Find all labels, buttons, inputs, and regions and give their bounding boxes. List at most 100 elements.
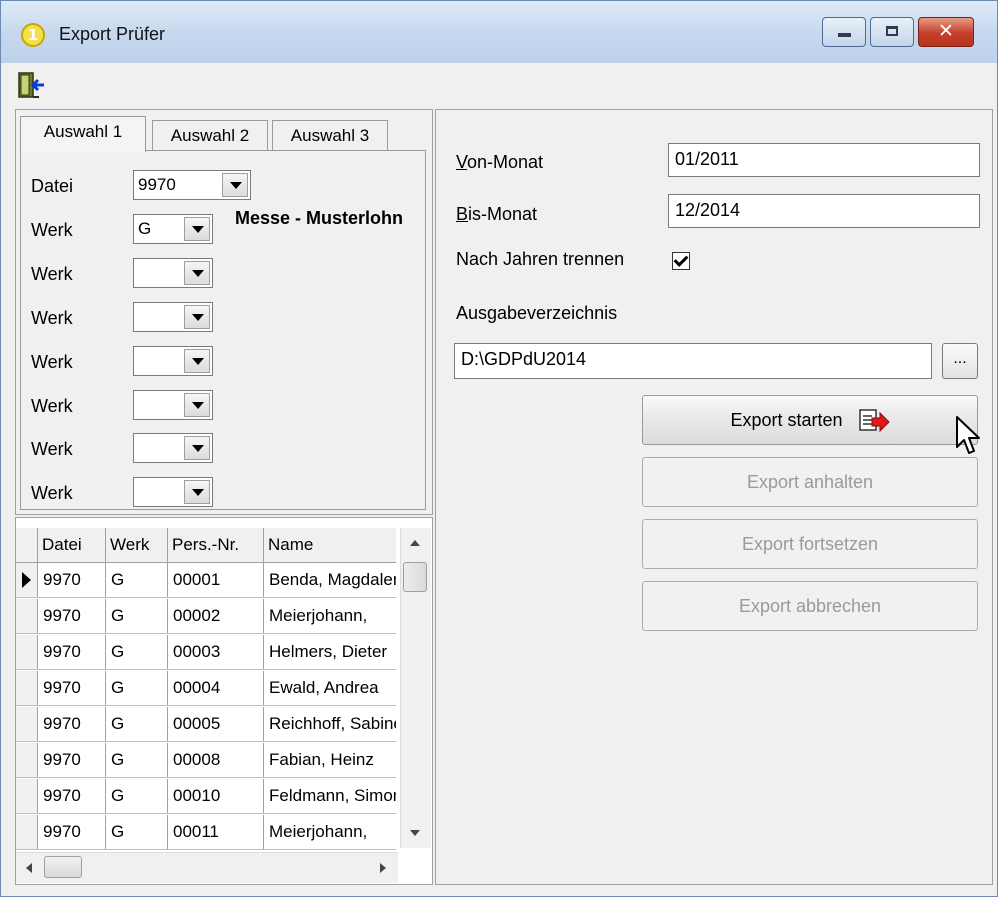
cell-datei[interactable]: 9970 — [38, 599, 106, 633]
cell-persnr[interactable]: 00001 — [168, 563, 264, 597]
row-indicator[interactable] — [16, 599, 38, 633]
cell-werk[interactable]: G — [106, 779, 168, 813]
werk-combo-2[interactable] — [133, 258, 213, 288]
werk-combo-7[interactable] — [133, 477, 213, 507]
table-row[interactable]: 9970G00010Feldmann, Simone — [16, 779, 396, 814]
resume-export-button[interactable]: Export fortsetzen — [642, 519, 978, 569]
cell-datei[interactable]: 9970 — [38, 815, 106, 849]
bis-monat-input[interactable]: 12/2014 — [668, 194, 980, 228]
cell-persnr[interactable]: 00005 — [168, 707, 264, 741]
row-indicator[interactable] — [16, 635, 38, 669]
column-header-werk[interactable]: Werk — [106, 528, 168, 562]
cell-datei[interactable]: 9970 — [38, 671, 106, 705]
table-row[interactable]: 9970 G 00011 Meierjohann, — [16, 815, 396, 850]
tab-auswahl-1[interactable]: Auswahl 1 — [20, 116, 146, 152]
chevron-down-icon[interactable] — [184, 480, 210, 504]
row-indicator[interactable] — [16, 671, 38, 705]
werk-combo-5[interactable] — [133, 390, 213, 420]
table-row[interactable]: 9970 G 00002 Meierjohann, — [16, 599, 396, 634]
cell-werk[interactable]: G — [106, 635, 168, 669]
cell-name[interactable]: Fabian, Heinz — [264, 743, 396, 777]
split-years-checkbox[interactable] — [672, 252, 690, 270]
cell-datei[interactable]: 9970 — [38, 743, 106, 777]
scroll-down-icon[interactable] — [410, 830, 420, 836]
chevron-down-icon[interactable] — [222, 173, 248, 197]
table-row[interactable]: 9970 G 00003 Helmers, Dieter — [16, 635, 396, 670]
cell-name[interactable]: Ewald, Andrea — [264, 671, 396, 705]
werk-combo-3[interactable] — [133, 302, 213, 332]
bis-monat-label-text: is-Monat — [468, 204, 538, 224]
cell-name[interactable]: Helmers, Dieter — [264, 635, 396, 669]
horizontal-scroll-thumb[interactable] — [44, 856, 82, 878]
current-row-indicator-icon[interactable] — [16, 563, 38, 597]
cell-werk[interactable]: G — [106, 563, 168, 597]
tab-auswahl-2[interactable]: Auswahl 2 — [152, 120, 268, 152]
vertical-scrollbar[interactable] — [400, 528, 431, 848]
chevron-down-icon[interactable] — [184, 393, 210, 417]
cell-persnr[interactable]: 00010 — [168, 779, 264, 813]
cell-werk[interactable]: G — [106, 743, 168, 777]
column-header-persnr[interactable]: Pers.-Nr. — [168, 528, 264, 562]
browse-button[interactable]: ... — [942, 343, 978, 379]
column-header-datei[interactable]: Datei — [38, 528, 106, 562]
werk-combo-6[interactable] — [133, 433, 213, 463]
cancel-export-button[interactable]: Export abbrechen — [642, 581, 978, 631]
exit-door-icon[interactable] — [17, 70, 47, 100]
cell-name[interactable]: Benda, Magdalena — [264, 563, 396, 597]
cell-werk[interactable]: G — [106, 599, 168, 633]
cell-persnr[interactable]: 00002 — [168, 599, 264, 633]
cell-persnr[interactable]: 00004 — [168, 671, 264, 705]
grid-corner — [16, 528, 38, 562]
title-bar[interactable]: 1 Export Prüfer ✕ — [1, 1, 997, 63]
table-row[interactable]: 9970 G 00005 Reichhoff, Sabine — [16, 707, 396, 742]
row-indicator[interactable] — [16, 815, 38, 849]
table-row[interactable]: 9970G00001Benda, Magdalena — [16, 563, 396, 598]
cell-persnr[interactable]: 00011 — [168, 815, 264, 849]
cell-datei[interactable]: 9970 — [38, 563, 106, 597]
start-export-label: Export starten — [730, 410, 843, 430]
maximize-button[interactable] — [870, 17, 914, 47]
cell-datei[interactable]: 9970 — [38, 779, 106, 813]
werk-combo-1[interactable]: G — [133, 214, 213, 244]
werk-combo-4[interactable] — [133, 346, 213, 376]
minimize-button[interactable] — [822, 17, 866, 47]
cell-werk[interactable]: G — [106, 707, 168, 741]
datei-combo[interactable]: 9970 — [133, 170, 251, 200]
close-button[interactable]: ✕ — [918, 17, 974, 47]
mouse-pointer-icon — [956, 416, 980, 454]
scroll-left-icon[interactable] — [26, 863, 32, 873]
row-indicator[interactable] — [16, 707, 38, 741]
scroll-up-icon[interactable] — [410, 540, 420, 546]
cell-werk[interactable]: G — [106, 671, 168, 705]
scroll-right-icon[interactable] — [380, 863, 386, 873]
cell-name[interactable]: Meierjohann, — [264, 599, 396, 633]
cell-name[interactable]: Meierjohann, — [264, 815, 396, 849]
row-indicator[interactable] — [16, 743, 38, 777]
von-monat-input[interactable]: 01/2011 — [668, 143, 980, 177]
chevron-down-icon[interactable] — [184, 305, 210, 329]
cell-persnr[interactable]: 00008 — [168, 743, 264, 777]
cell-datei[interactable]: 9970 — [38, 707, 106, 741]
table-row[interactable]: 9970 G 00004 Ewald, Andrea — [16, 671, 396, 706]
chevron-down-icon[interactable] — [184, 217, 210, 241]
cell-name[interactable]: Feldmann, Simone — [264, 779, 396, 813]
table-row[interactable]: 9970 G 00008 Fabian, Heinz — [16, 743, 396, 778]
column-header-name[interactable]: Name — [264, 528, 396, 562]
employee-grid[interactable]: Datei Werk Pers.-Nr. Name 9970 G 00001 Bend… — [15, 517, 433, 885]
row-indicator[interactable] — [16, 779, 38, 813]
chevron-down-icon[interactable] — [184, 436, 210, 460]
pause-export-button[interactable]: Export anhalten — [642, 457, 978, 507]
vertical-scroll-thumb[interactable] — [403, 562, 427, 592]
app-logo-icon: 1 — [21, 23, 45, 47]
horizontal-scrollbar[interactable] — [16, 852, 398, 883]
tab-auswahl-3[interactable]: Auswahl 3 — [272, 120, 388, 152]
output-dir-input[interactable]: D:\GDPdU2014 — [454, 343, 932, 379]
cell-persnr[interactable]: 00003 — [168, 635, 264, 669]
cell-werk[interactable]: G — [106, 815, 168, 849]
cell-datei[interactable]: 9970 — [38, 635, 106, 669]
chevron-down-icon[interactable] — [184, 349, 210, 373]
start-export-button[interactable]: Export starten — [642, 395, 978, 445]
chevron-down-icon[interactable] — [184, 261, 210, 285]
export-pruefer-window: 1 Export Prüfer ✕ Auswahl 1 Auswahl 2 Au… — [0, 0, 998, 897]
cell-name[interactable]: Reichhoff, Sabine — [264, 707, 396, 741]
